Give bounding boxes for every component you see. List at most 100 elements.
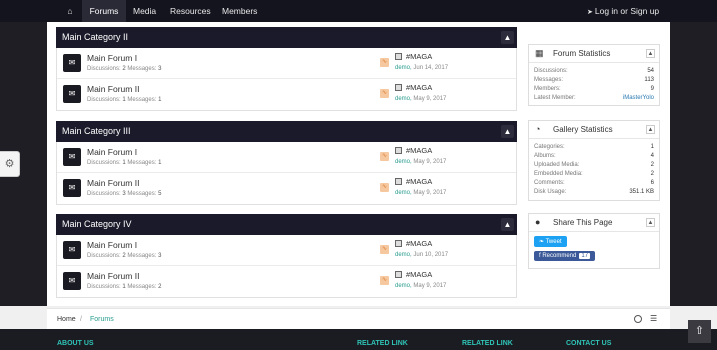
stat-row: Messages: 113 xyxy=(534,77,654,83)
home-icon[interactable]: ⌂ xyxy=(60,0,80,22)
breadcrumb-forums[interactable]: Forums xyxy=(90,316,114,323)
forum-row: ✉ Main Forum II Discussions: 3 Messages:… xyxy=(57,173,516,204)
category-title: Main Category IV xyxy=(62,219,132,229)
nav-item-media[interactable]: Media xyxy=(133,0,156,22)
forum-stats: Discussions: 1 Messages: 1 xyxy=(87,160,162,166)
collapse-icon[interactable]: ▲ xyxy=(646,49,655,58)
stat-row: Albums: 4 xyxy=(534,153,654,159)
thread-image-icon xyxy=(395,240,402,247)
forum-title[interactable]: Main Forum II xyxy=(87,84,139,94)
top-navigation: ⌂ Forums Media Resources Members ➤ Log in… xyxy=(0,0,717,22)
menu-icon[interactable]: ☰ xyxy=(650,315,657,323)
thread-image-icon xyxy=(395,84,402,91)
last-thread-title[interactable]: #MAGA xyxy=(406,270,432,279)
forum-row: ✉ Main Forum I Discussions: 2 Messages: … xyxy=(57,48,516,79)
globe-icon: ● xyxy=(535,217,541,227)
nav-item-forums[interactable]: Forums xyxy=(82,0,126,22)
rss-icon[interactable]: ∿ xyxy=(380,245,389,254)
forum-row: ✉ Main Forum I Discussions: 1 Messages: … xyxy=(57,142,516,173)
forum-title[interactable]: Main Forum I xyxy=(87,240,137,250)
collapse-icon[interactable]: ▲ xyxy=(646,218,655,227)
last-post-meta: demo, Jun 10, 2017 xyxy=(395,252,449,258)
scroll-to-top-icon[interactable]: ⇧ xyxy=(688,320,711,343)
last-thread-title[interactable]: #MAGA xyxy=(406,239,432,248)
last-post-user[interactable]: demo xyxy=(395,252,410,258)
rss-icon[interactable]: ∿ xyxy=(380,89,389,98)
nav-item-resources[interactable]: Resources xyxy=(170,0,211,22)
forum-row: ✉ Main Forum I Discussions: 2 Messages: … xyxy=(57,235,516,266)
forum-stats: Discussions: 1 Messages: 1 xyxy=(87,97,162,103)
thread-image-icon xyxy=(395,147,402,154)
gallery-statistics-widget: ◔ Gallery Statistics ▲ Categories: 1 Albu… xyxy=(528,120,660,201)
login-icon: ➤ xyxy=(587,9,593,16)
tweet-button[interactable]: ❧ Tweet xyxy=(534,236,567,247)
last-thread-title[interactable]: #MAGA xyxy=(406,52,432,61)
stat-row: Latest Member: iMasterYolo xyxy=(534,95,654,101)
last-post-user[interactable]: demo xyxy=(395,283,410,289)
collapse-icon[interactable]: ▲ xyxy=(501,31,514,44)
footer-heading: RELATED LINK xyxy=(462,340,513,347)
widget-title: Gallery Statistics xyxy=(553,125,613,134)
latest-member-link[interactable]: iMasterYolo xyxy=(623,95,654,101)
last-thread-title[interactable]: #MAGA xyxy=(406,177,432,186)
last-post-meta: demo, May 9, 2017 xyxy=(395,190,447,196)
last-thread-title[interactable]: #MAGA xyxy=(406,83,432,92)
forum-title[interactable]: Main Forum II xyxy=(87,178,139,188)
footer-heading: RELATED LINK xyxy=(357,340,408,347)
last-post-user[interactable]: demo xyxy=(395,190,410,196)
forum-title[interactable]: Main Forum I xyxy=(87,53,137,63)
category-title: Main Category II xyxy=(62,32,129,42)
forum-chat-icon: ✉ xyxy=(63,179,81,197)
last-post-meta: demo, May 9, 2017 xyxy=(395,283,447,289)
forum-stats: Discussions: 3 Messages: 5 xyxy=(87,191,162,197)
footer: ABOUT US RELATED LINK RELATED LINK CONTA… xyxy=(0,329,717,350)
stat-row: Categories: 1 xyxy=(534,144,654,150)
category-title: Main Category III xyxy=(62,126,131,136)
nav-item-members[interactable]: Members xyxy=(222,0,257,22)
rss-icon[interactable]: ∿ xyxy=(380,152,389,161)
forum-title[interactable]: Main Forum I xyxy=(87,147,137,157)
forum-stats: Discussions: 2 Messages: 3 xyxy=(87,66,162,72)
stat-row: Comments: 6 xyxy=(534,180,654,186)
footer-heading: CONTACT US xyxy=(566,340,612,347)
thread-image-icon xyxy=(395,53,402,60)
category-header[interactable]: Main Category IV ▲ xyxy=(56,214,517,235)
forum-chat-icon: ✉ xyxy=(63,272,81,290)
last-post-meta: demo, May 9, 2017 xyxy=(395,159,447,165)
style-chooser-gear-icon[interactable]: ⚙ xyxy=(0,151,20,177)
forum-row: ✉ Main Forum II Discussions: 1 Messages:… xyxy=(57,79,516,110)
target-icon[interactable] xyxy=(634,315,642,323)
forum-statistics-widget: ▦ Forum Statistics ▲ Discussions: 54 Mess… xyxy=(528,44,660,106)
last-post-user[interactable]: demo xyxy=(395,96,410,102)
footer-heading: ABOUT US xyxy=(57,340,94,347)
last-post-user[interactable]: demo xyxy=(395,65,410,71)
facebook-recommend-button[interactable]: f Recommend 17 xyxy=(534,251,596,261)
pie-chart-icon: ◔ xyxy=(535,124,541,134)
stat-row: Discussions: 54 xyxy=(534,68,654,74)
thread-image-icon xyxy=(395,271,402,278)
category-header[interactable]: Main Category II ▲ xyxy=(56,27,517,48)
bar-chart-icon: ▦ xyxy=(535,48,544,58)
stat-row: Uploaded Media: 2 xyxy=(534,162,654,168)
collapse-icon[interactable]: ▲ xyxy=(501,125,514,138)
forum-title[interactable]: Main Forum II xyxy=(87,271,139,281)
forum-chat-icon: ✉ xyxy=(63,54,81,72)
last-post-user[interactable]: demo xyxy=(395,159,410,165)
category-header[interactable]: Main Category III ▲ xyxy=(56,121,517,142)
forum-chat-icon: ✉ xyxy=(63,85,81,103)
stat-row: Members: 9 xyxy=(534,86,654,92)
collapse-icon[interactable]: ▲ xyxy=(501,218,514,231)
forum-stats: Discussions: 2 Messages: 3 xyxy=(87,253,162,259)
rss-icon[interactable]: ∿ xyxy=(380,183,389,192)
forum-chat-icon: ✉ xyxy=(63,241,81,259)
last-thread-title[interactable]: #MAGA xyxy=(406,146,432,155)
breadcrumb-home[interactable]: Home xyxy=(57,316,76,323)
collapse-icon[interactable]: ▲ xyxy=(646,125,655,134)
rss-icon[interactable]: ∿ xyxy=(380,58,389,67)
forum-row: ✉ Main Forum II Discussions: 1 Messages:… xyxy=(57,266,516,297)
stat-row: Embedded Media: 2 xyxy=(534,171,654,177)
category-block: Main Category IV ▲ ✉ Main Forum I Discus… xyxy=(56,214,517,298)
last-post-meta: demo, May 9, 2017 xyxy=(395,96,447,102)
login-signup-link[interactable]: ➤ Log in or Sign up xyxy=(587,0,659,22)
rss-icon[interactable]: ∿ xyxy=(380,276,389,285)
